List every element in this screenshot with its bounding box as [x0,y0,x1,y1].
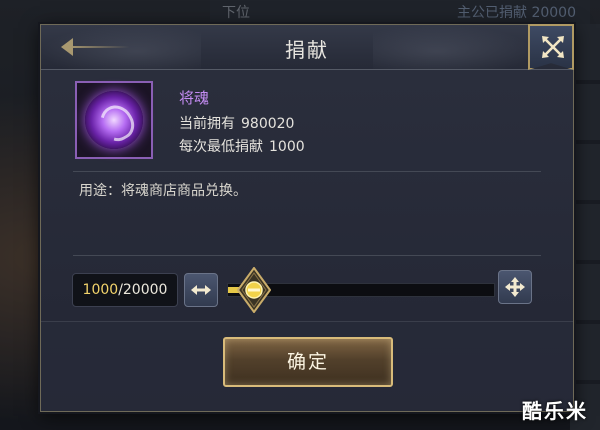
increase-button[interactable] [498,270,532,304]
quantity-display: 1000/20000 [72,273,178,307]
diamond-slider-handle-icon [236,266,272,314]
item-icon-frame [75,81,153,159]
quantity-current: 1000 [82,282,119,298]
owned-amount-row: 当前拥有 980020 [179,113,294,133]
owned-value: 980020 [241,116,295,132]
decrease-button[interactable] [184,273,218,307]
quantity-max: /20000 [118,282,168,298]
crossed-arrows-close-icon [542,36,564,58]
dialog-title: 捐献 [285,38,329,62]
confirm-button[interactable]: 确定 [223,337,393,387]
item-name: 将魂 [179,89,210,107]
horizontal-arrows-icon [191,285,211,295]
min-donation-label: 每次最低捐献 [179,139,263,155]
owned-label: 当前拥有 [179,116,235,132]
usage-text: 用途：将魂商店商品兑换。 [79,183,247,199]
watermark: 酷乐米 [522,399,588,423]
divider-top [73,171,541,172]
close-button[interactable] [528,24,574,70]
donate-dialog: 捐献 将魂 当前拥有 980020 每次最低捐献 1000 用途：将魂商店商品兑换。 [40,24,574,412]
min-donation-value: 1000 [269,139,305,155]
amount-slider-thumb[interactable] [236,266,272,314]
four-way-arrows-icon [505,277,525,297]
min-donation-row: 每次最低捐献 1000 [179,136,305,156]
divider-bottom [73,255,541,256]
dialog-title-bar: 捐献 [41,25,573,70]
